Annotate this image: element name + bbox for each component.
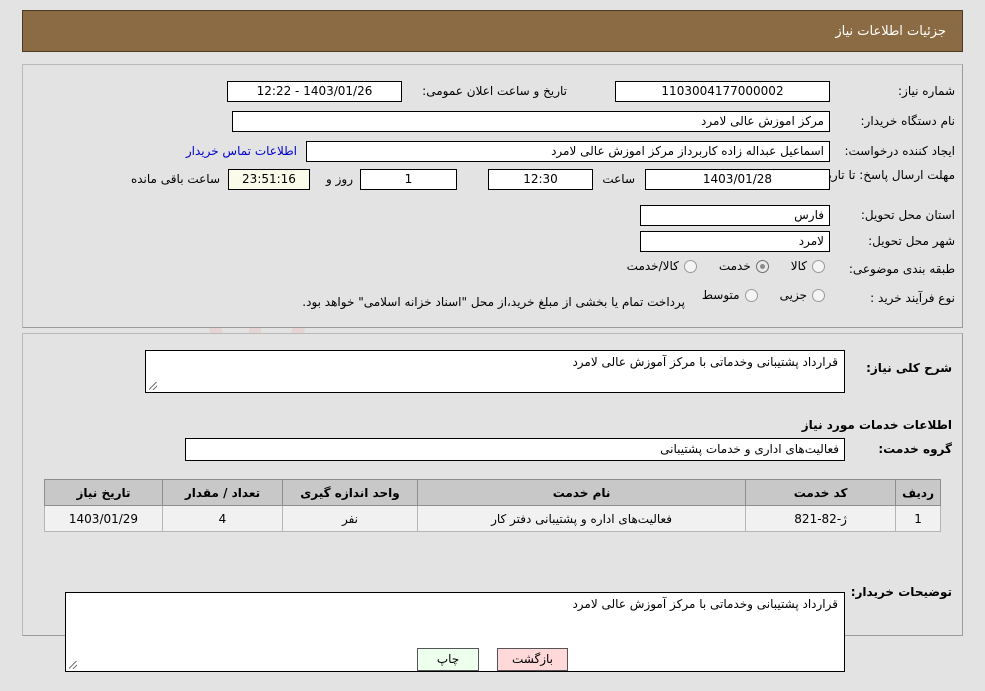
print-button[interactable]: چاپ [417,648,479,671]
page-header: جزئیات اطلاعات نیاز [22,10,963,52]
need-summary-textarea[interactable]: قرارداد پشتیبانی وخدماتی با مرکز آموزش ع… [145,350,845,393]
table-col-header-5: تاریخ نیاز [44,479,163,506]
category-label-0: کالا [790,259,807,273]
need-summary-value: قرارداد پشتیبانی وخدماتی با مرکز آموزش ع… [572,355,838,369]
subject-category-radio-group[interactable]: کالا خدمت کالا/خدمت [627,259,825,276]
countdown-timer-value: 23:51:16 [228,169,310,190]
remaining-days-label: روز و [326,172,353,186]
table-header-row: ردیف کد خدمت نام خدمت واحد اندازه گیری تعداد… [44,479,941,506]
category-option-2[interactable]: کالا/خدمت [627,259,697,273]
category-option-0[interactable]: کالا [791,259,825,273]
category-radio-2[interactable] [683,259,697,273]
services-table-wrapper: ردیف کد خدمت نام خدمت واحد اندازه گیری تعداد… [44,479,941,532]
services-table: ردیف کد خدمت نام خدمت واحد اندازه گیری تعداد… [44,479,941,532]
services-section-heading: اطلاعات خدمات مورد نیاز [801,418,952,432]
remaining-days-value: 1 [360,169,457,190]
back-button[interactable]: بازگشت [497,648,568,671]
service-group-value: فعالیت‌های اداری و خدمات پشتیبانی [185,438,845,461]
announcement-datetime-label: تاریخ و ساعت اعلان عمومی: [422,84,567,98]
subject-category-label: طبقه بندی موضوعی: [848,262,955,276]
buyer-contact-link[interactable]: اطلاعات تماس خریدار [186,144,297,158]
category-label-1: خدمت [718,259,751,273]
need-number-label: شماره نیاز: [898,84,955,98]
delivery-city-label: شهر محل تحویل: [868,234,955,248]
process-radio-0[interactable] [812,288,825,302]
table-col-header-2: نام خدمت [416,479,747,506]
table-cell-service-name: فعالیت‌های اداره و پشتیبانی دفتر کار [416,505,747,532]
purchase-process-label: نوع فرآیند خرید : [870,291,955,305]
page-title: جزئیات اطلاعات نیاز [835,23,946,39]
request-creator-label: ایجاد کننده درخواست: [844,144,955,158]
service-group-label: گروه خدمت: [878,442,952,456]
table-cell-row-no: 1 [895,505,941,532]
category-label-2: کالا/خدمت [626,259,679,273]
need-number-value: 1103004177000002 [615,81,830,102]
table-cell-service-code: ژ-82-821 [745,505,897,532]
purchase-process-radio-group[interactable]: جزیی متوسط [702,288,825,305]
buyer-organization-label: نام دستگاه خریدار: [860,114,956,128]
table-body: 1 ژ-82-821 فعالیت‌های اداره و پشتیبانی دفت… [44,505,941,532]
category-radio-1[interactable] [755,259,769,273]
delivery-city-value: لامرد [640,231,830,252]
process-label-1: متوسط [701,288,740,302]
delivery-province-value: فارس [640,205,830,226]
deadline-date-value: 1403/01/28 [645,169,830,190]
buyer-notes-label: توضیحات خریدار: [850,585,952,599]
process-radio-1[interactable] [744,288,758,302]
buyer-organization-value: مرکز اموزش عالی لامرد [232,111,830,132]
delivery-province-label: استان محل تحویل: [860,208,955,222]
table-col-header-0: ردیف [895,479,941,506]
treasury-note: پرداخت تمام یا بخشی از مبلغ خرید،از محل … [302,295,685,309]
announcement-datetime-value: 1403/01/26 - 12:22 [227,81,402,102]
table-cell-unit: نفر [282,505,418,532]
table-col-header-4: تعداد / مقدار [162,479,283,506]
hour-label: ساعت [602,172,635,186]
table-col-header-3: واحد اندازه گیری [282,479,418,506]
table-cell-quantity: 4 [162,505,283,532]
process-label-0: جزیی [779,288,807,302]
countdown-label: ساعت باقی مانده [130,172,220,186]
deadline-hour-value: 12:30 [488,169,593,190]
response-deadline-label: مهلت ارسال پاسخ: تا تاریخ: [816,168,955,182]
table-cell-need-date: 1403/01/29 [44,505,163,532]
table-col-header-1: کد خدمت [745,479,897,506]
table-row: 1 ژ-82-821 فعالیت‌های اداره و پشتیبانی دفت… [44,505,941,532]
process-option-1[interactable]: متوسط [702,288,758,302]
buyer-notes-value: قرارداد پشتیبانی وخدماتی با مرکز آموزش ع… [572,597,838,611]
category-radio-0[interactable] [812,259,825,273]
category-option-1[interactable]: خدمت [719,259,769,273]
process-option-0[interactable]: جزیی [780,288,825,302]
need-summary-label: شرح کلی نیاز: [866,361,952,375]
action-button-bar: بازگشت چاپ [0,648,985,671]
request-creator-value: اسماعیل عبداله زاده کاربرداز مرکز اموزش … [306,141,830,162]
